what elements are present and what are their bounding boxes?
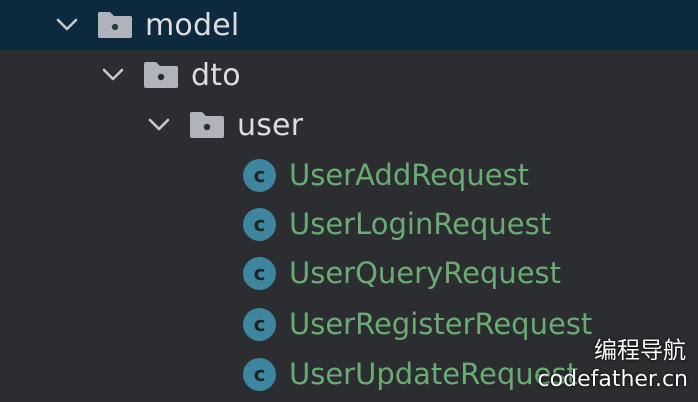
tree-node-dto[interactable]: dto [0,50,698,100]
class-icon: c [243,158,276,192]
class-icon: c [243,207,276,241]
tree-node-user[interactable]: user [0,100,698,150]
folder-icon [97,10,133,40]
watermark: 编程导航 codefather.cn [538,336,688,394]
class-label: UserUpdateRequest [289,357,578,391]
chevron-down-icon[interactable] [147,113,171,137]
tree-node-class[interactable]: c UserAddRequest [0,150,698,200]
class-label: UserLoginRequest [289,207,552,241]
class-icon: c [243,357,276,391]
tree-node-label: user [237,107,304,143]
watermark-url: codefather.cn [537,367,688,392]
watermark-title: 编程导航 [594,338,686,364]
class-label: UserQueryRequest [289,256,562,290]
tree-node-label: model [145,7,240,43]
class-icon: c [243,307,276,341]
tree-node-model[interactable]: model [0,0,698,50]
tree-node-class[interactable]: c UserLoginRequest [0,199,698,249]
class-label: UserAddRequest [289,158,530,192]
folder-icon [189,110,225,140]
folder-icon [143,60,179,90]
chevron-down-icon[interactable] [101,63,125,87]
tree-node-label: dto [191,57,241,93]
class-icon: c [243,256,276,290]
tree-node-class[interactable]: c UserQueryRequest [0,248,698,298]
chevron-down-icon[interactable] [55,13,79,37]
